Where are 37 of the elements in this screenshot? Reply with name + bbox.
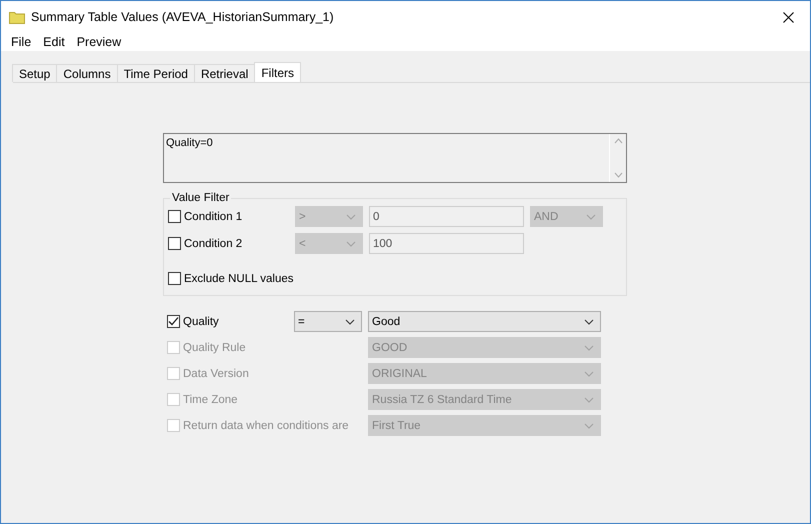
menu-item[interactable]: Edit	[37, 35, 71, 49]
checkbox-label: Condition 2	[184, 238, 242, 250]
scroll-up-icon[interactable]	[614, 138, 622, 144]
caret-icon	[584, 422, 594, 428]
checkbox-label: Data Version	[183, 368, 249, 380]
folder-icon	[9, 10, 25, 24]
checkbox-label: Quality	[183, 316, 219, 328]
close-icon[interactable]	[783, 12, 794, 22]
menu-item[interactable]: Preview	[70, 35, 128, 49]
checkbox[interactable]	[167, 315, 180, 328]
caret-icon	[346, 240, 356, 246]
scroll-down-icon[interactable]	[614, 172, 622, 178]
value-field[interactable]: 100	[369, 233, 524, 254]
tab[interactable]: Filters	[254, 62, 301, 82]
operator-dropdown[interactable]: =	[294, 311, 362, 332]
caret-icon	[345, 318, 355, 324]
caret-icon	[346, 214, 356, 220]
checkbox-label: Return data when conditions are	[183, 420, 349, 432]
caret-icon	[584, 318, 594, 324]
checkbox-label: Quality Rule	[183, 342, 246, 354]
menu-item[interactable]: File	[5, 35, 38, 49]
checkbox-label: Exclude NULL values	[184, 272, 294, 284]
group-title: Value Filter	[171, 192, 230, 204]
checkbox-label: Time Zone	[183, 394, 238, 406]
window-title: Summary Table Values (AVEVA_HistorianSummary_1)	[31, 10, 335, 24]
caret-icon	[584, 344, 594, 350]
checkbox[interactable]	[168, 210, 181, 223]
caret-icon	[584, 396, 594, 402]
checkbox-label: Condition 1	[184, 210, 242, 222]
tab[interactable]: Setup	[12, 64, 58, 82]
checkbox[interactable]	[168, 237, 181, 250]
caret-icon	[586, 214, 596, 220]
checkbox[interactable]	[168, 272, 181, 285]
expression-field[interactable]: Quality=0	[163, 133, 627, 183]
value-field[interactable]: 0	[369, 206, 524, 227]
caret-icon	[584, 370, 594, 376]
value-dropdown[interactable]: Good	[368, 311, 601, 332]
